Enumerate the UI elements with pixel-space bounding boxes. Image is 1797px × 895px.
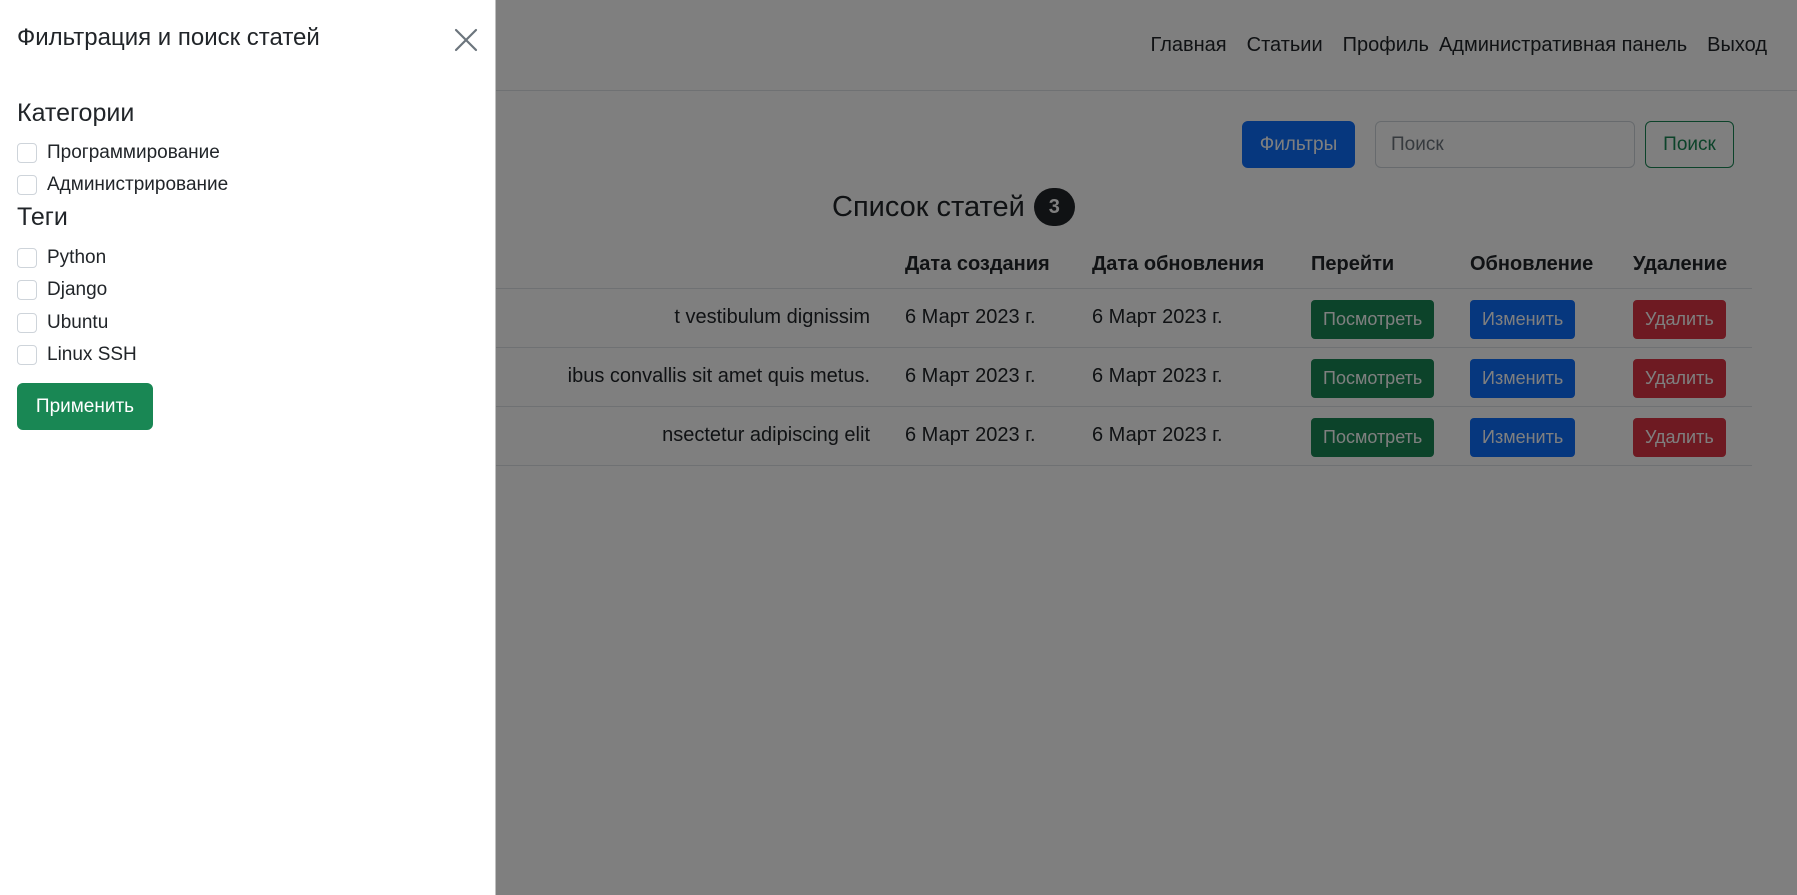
checkbox-label: Администрирование [47, 174, 229, 195]
apply-filters-button[interactable]: Применить [17, 383, 153, 430]
category-administration-checkbox[interactable]: Администрирование [17, 174, 228, 196]
checkbox-box[interactable] [17, 345, 37, 365]
checkbox-box[interactable] [17, 313, 37, 333]
tag-python-checkbox[interactable]: Python [17, 247, 106, 269]
offcanvas-title: Фильтрация и поиск статей [17, 24, 320, 51]
checkbox-box[interactable] [17, 143, 37, 163]
checkbox-box[interactable] [17, 280, 37, 300]
checkbox-label: Программирование [47, 142, 220, 163]
checkbox-label: Django [47, 279, 108, 300]
tag-linux-ssh-checkbox[interactable]: Linux SSH [17, 344, 137, 366]
filter-offcanvas: Фильтрация и поиск статей Категории Прог… [0, 0, 496, 895]
tag-django-checkbox[interactable]: Django [17, 279, 107, 301]
categories-heading: Категории [17, 99, 135, 127]
tag-ubuntu-checkbox[interactable]: Ubuntu [17, 312, 108, 334]
category-programming-checkbox[interactable]: Программирование [17, 142, 220, 164]
close-button[interactable] [450, 24, 482, 56]
close-icon [454, 28, 478, 52]
checkbox-label: Ubuntu [47, 312, 109, 333]
tags-heading: Теги [17, 203, 68, 231]
checkbox-box[interactable] [17, 248, 37, 268]
checkbox-box[interactable] [17, 175, 37, 195]
checkbox-label: Python [47, 247, 107, 268]
checkbox-label: Linux SSH [47, 344, 137, 365]
